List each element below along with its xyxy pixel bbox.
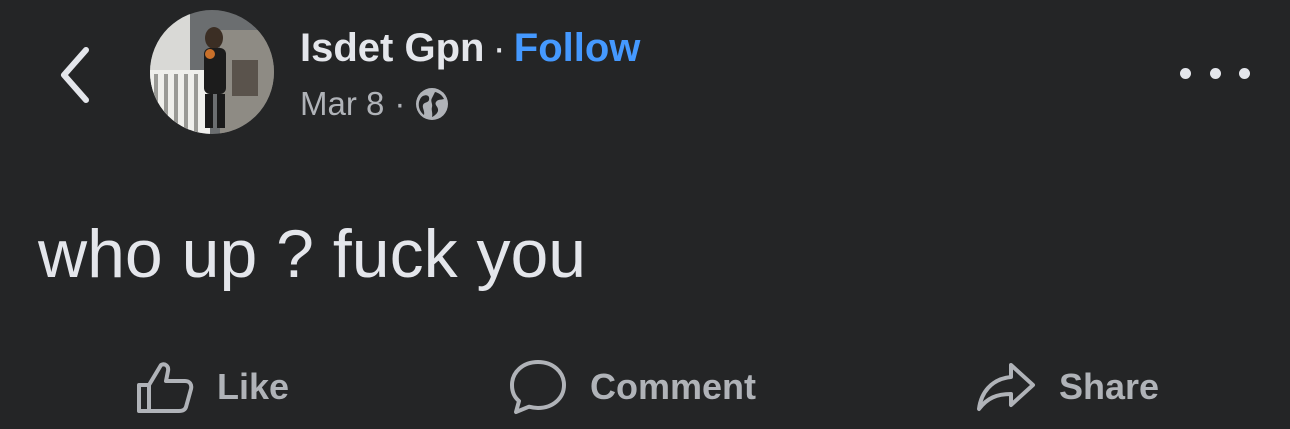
share-label: Share xyxy=(1059,366,1160,407)
meta-separator: · xyxy=(394,85,406,122)
thumbs-up-icon xyxy=(137,362,194,413)
action-bar: Like Comment Share xyxy=(0,352,1290,422)
like-button[interactable]: Like xyxy=(135,352,289,422)
comment-label: Comment xyxy=(590,366,757,407)
avatar-photo xyxy=(150,10,274,134)
back-button[interactable] xyxy=(50,40,100,110)
comment-button[interactable]: Comment xyxy=(508,352,756,422)
avatar[interactable] xyxy=(150,10,274,134)
share-button[interactable]: Share xyxy=(975,352,1159,422)
author-line: Isdet Gpn · Follow xyxy=(300,24,640,72)
like-label: Like xyxy=(217,366,290,407)
chevron-left-icon xyxy=(61,47,89,103)
follow-button[interactable]: Follow xyxy=(514,26,641,70)
comment-bubble-icon xyxy=(510,360,566,414)
author-name[interactable]: Isdet Gpn xyxy=(300,26,484,70)
more-horizontal-icon-dot xyxy=(1239,67,1250,79)
post-date[interactable]: Mar 8 xyxy=(300,84,384,124)
more-horizontal-icon-dot xyxy=(1209,67,1221,79)
post-text: who up ? fuck you xyxy=(38,216,587,292)
share-arrow-icon xyxy=(977,363,1035,411)
separator-dot: · xyxy=(492,26,506,70)
globe-icon xyxy=(416,88,449,120)
more-horizontal-icon-dot xyxy=(1180,67,1191,79)
more-options-button[interactable] xyxy=(1180,56,1250,90)
post-meta: Mar 8 · xyxy=(300,84,449,124)
